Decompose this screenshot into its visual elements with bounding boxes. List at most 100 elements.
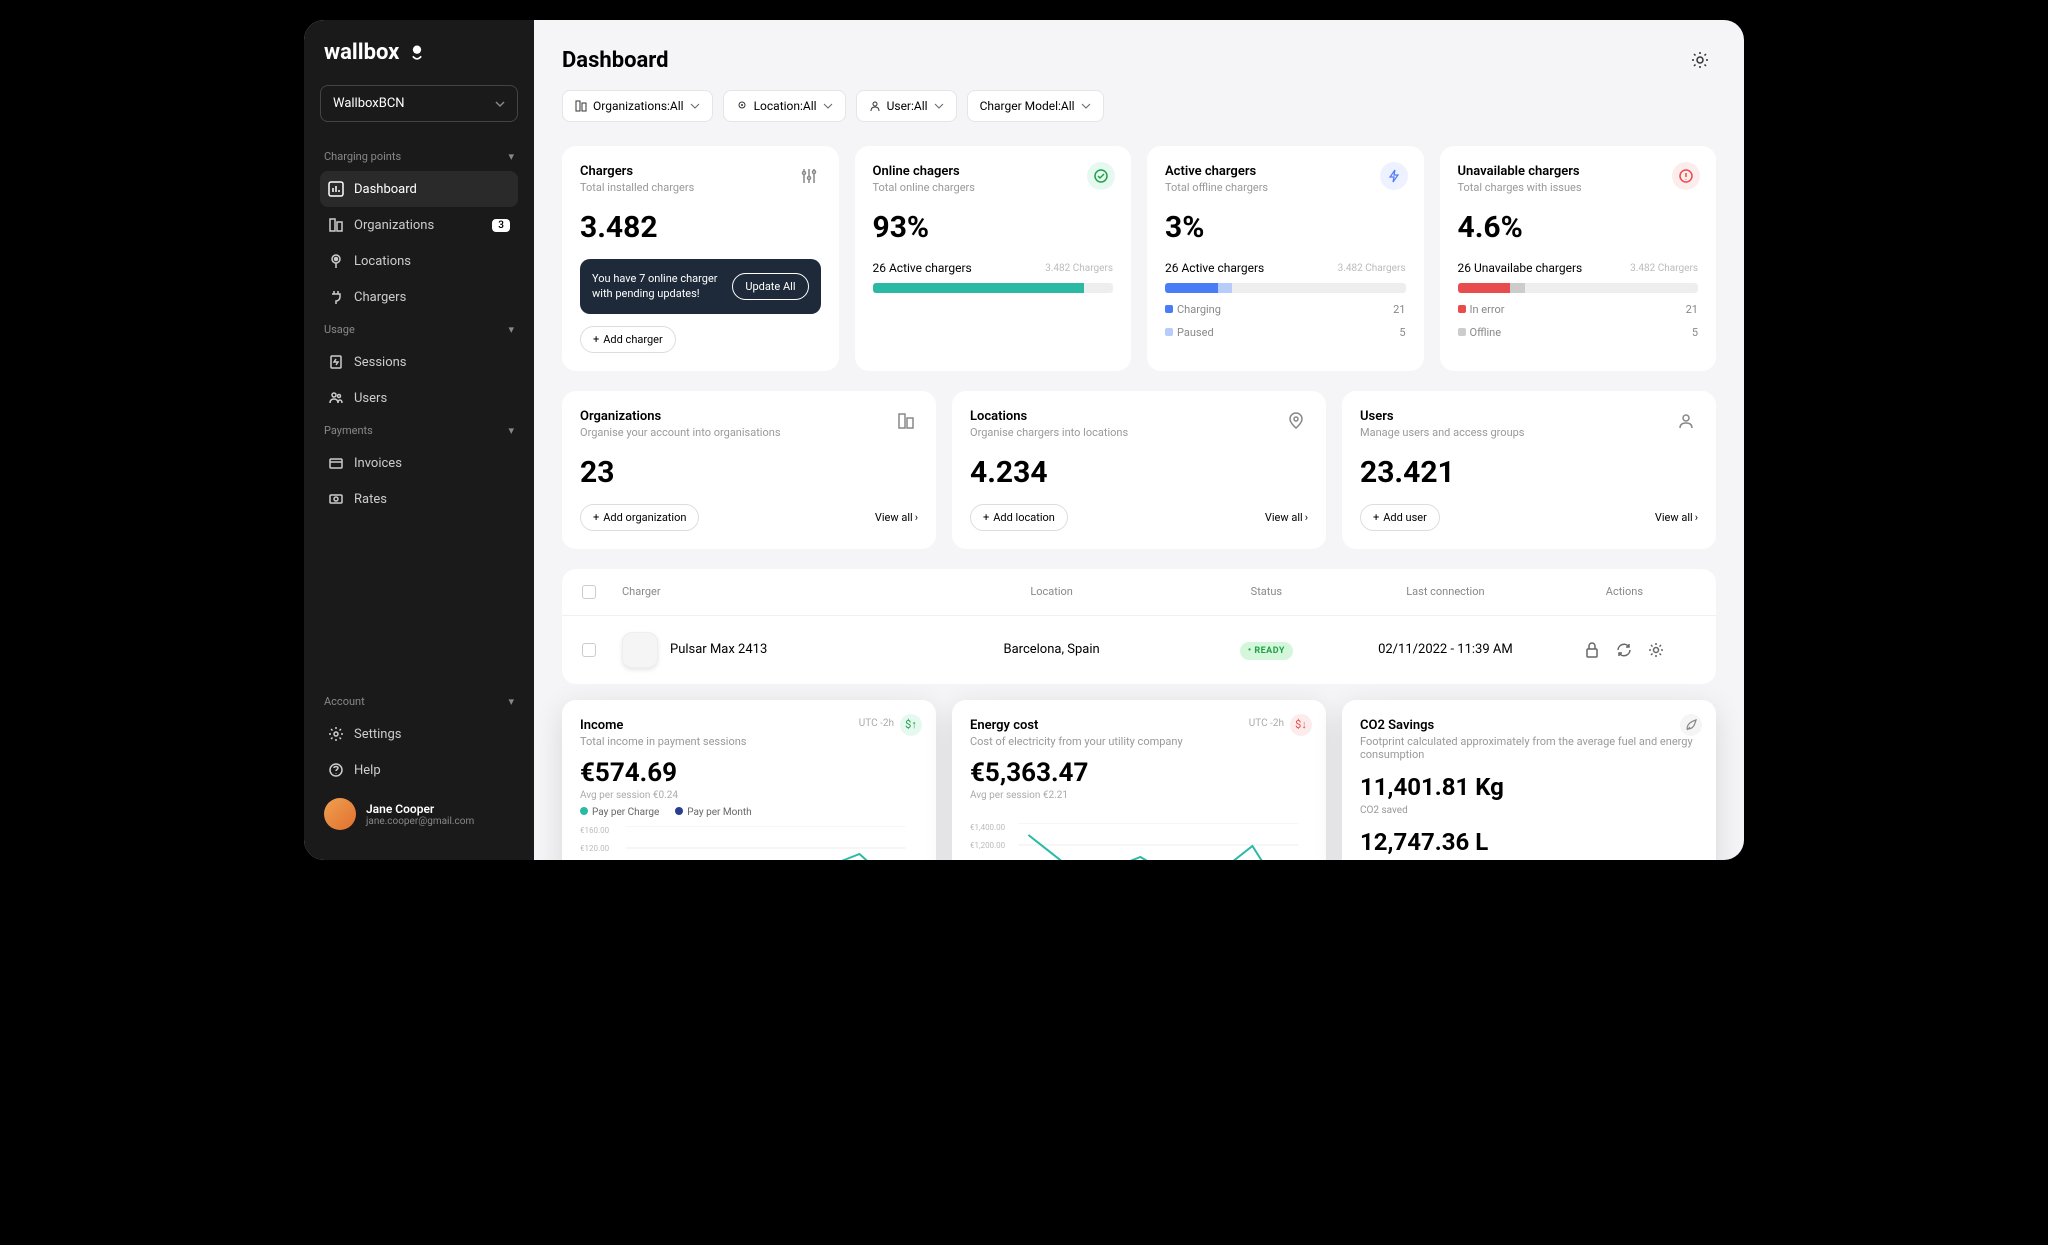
nav-chargers[interactable]: Chargers xyxy=(320,279,518,315)
nav-locations[interactable]: Locations xyxy=(320,243,518,279)
sliders-icon xyxy=(795,162,823,190)
user-icon xyxy=(1672,407,1700,435)
income-avg: Avg per session €0.24 xyxy=(580,790,918,801)
gear-icon xyxy=(328,726,344,742)
page-title: Dashboard xyxy=(562,48,669,73)
legend-charging: Charging21 xyxy=(1165,303,1406,316)
row-checkbox[interactable] xyxy=(582,643,596,657)
view-all-locations[interactable]: View all › xyxy=(1265,511,1308,524)
card-subtitle: Cost of electricity from your utility co… xyxy=(970,735,1308,748)
filter-charger-model[interactable]: Charger Model:All xyxy=(967,90,1104,122)
nav-rates[interactable]: Rates xyxy=(320,481,518,517)
chevron-down-icon xyxy=(1081,101,1091,111)
filter-bar: Organizations:All Location:All User:All … xyxy=(562,90,1716,122)
utc-label: UTC -2h xyxy=(859,718,894,729)
chevron-down-icon xyxy=(495,99,505,109)
filter-user[interactable]: User:All xyxy=(856,90,957,122)
card-title: Users xyxy=(1360,409,1698,424)
card-income: Income Total income in payment sessions … xyxy=(562,700,936,860)
bolt-icon xyxy=(1380,162,1408,190)
add-location-button[interactable]: + Add location xyxy=(970,504,1068,531)
nav-settings[interactable]: Settings xyxy=(320,716,518,752)
card-users: Users Manage users and access groups 23.… xyxy=(1342,391,1716,549)
card-title: Online chagers xyxy=(873,164,1114,179)
card-locations: Locations Organise chargers into locatio… xyxy=(952,391,1326,549)
add-organization-button[interactable]: + Add organization xyxy=(580,504,699,531)
main-content: Dashboard Organizations:All Location:All… xyxy=(534,20,1744,860)
card-title: Unavailable chargers xyxy=(1458,164,1699,179)
card-title: Active chargers xyxy=(1165,164,1406,179)
lock-icon[interactable] xyxy=(1583,641,1601,659)
view-all-organizations[interactable]: View all › xyxy=(875,511,918,524)
chargers-table: Charger Location Status Last connection … xyxy=(562,569,1716,684)
location-icon xyxy=(736,100,748,112)
nav-organizations[interactable]: Organizations3 xyxy=(320,207,518,243)
fuel-replaced-value: 12,747.36 L xyxy=(1360,828,1698,856)
update-all-button[interactable]: Update All xyxy=(732,273,808,300)
org-icon xyxy=(892,407,920,435)
last-connection: 02/11/2022 - 11:39 AM xyxy=(1338,642,1553,657)
users-icon xyxy=(328,390,344,406)
progress-bar xyxy=(873,283,1114,293)
legend-offline: Offline5 xyxy=(1458,326,1699,339)
col-location: Location xyxy=(908,585,1194,599)
filter-location[interactable]: Location:All xyxy=(723,90,846,122)
org-badge: 3 xyxy=(492,219,510,232)
logo-icon xyxy=(407,43,427,63)
nav-users[interactable]: Users xyxy=(320,380,518,416)
gear-icon xyxy=(1690,50,1710,70)
card-co2-savings: CO2 Savings Footprint calculated approxi… xyxy=(1342,700,1716,860)
col-last-connection: Last connection xyxy=(1338,585,1553,599)
card-subtitle: Manage users and access groups xyxy=(1360,426,1698,439)
invoice-icon xyxy=(328,455,344,471)
chevron-down-icon xyxy=(823,101,833,111)
leaf-icon xyxy=(1680,714,1702,736)
card-subtitle: Total income in payment sessions xyxy=(580,735,918,748)
card-subtitle: Total charges with issues xyxy=(1458,181,1699,194)
user-profile[interactable]: Jane Cooper jane.cooper@gmail.com xyxy=(320,788,518,840)
card-subtitle: Footprint calculated approximately from … xyxy=(1360,735,1698,761)
section-charging-points: Charging points▾ xyxy=(320,142,518,171)
view-all-users[interactable]: View all › xyxy=(1655,511,1698,524)
total-label: 3.482 Chargers xyxy=(1630,263,1698,274)
page-settings-button[interactable] xyxy=(1684,44,1716,76)
chevron-down-icon xyxy=(690,101,700,111)
location-icon xyxy=(1282,407,1310,435)
alert-icon xyxy=(1672,162,1700,190)
legend-paused: Paused5 xyxy=(1165,326,1406,339)
card-organizations: Organizations Organise your account into… xyxy=(562,391,936,549)
section-account: Account▾ xyxy=(320,687,518,716)
card-subtitle: Total offline chargers xyxy=(1165,181,1406,194)
user-icon xyxy=(869,100,881,112)
gear-icon[interactable] xyxy=(1647,641,1665,659)
active-label: 26 Active chargers xyxy=(873,261,972,275)
card-title: Organizations xyxy=(580,409,918,424)
add-user-button[interactable]: + Add user xyxy=(1360,504,1440,531)
table-row[interactable]: Pulsar Max 2413 Barcelona, Spain • READY… xyxy=(562,616,1716,684)
co2-saved-label: CO2 saved xyxy=(1360,805,1698,816)
stat-value: 23 xyxy=(580,455,918,490)
refresh-icon[interactable] xyxy=(1615,641,1633,659)
stat-value: 4.6% xyxy=(1458,210,1699,245)
nav-invoices[interactable]: Invoices xyxy=(320,445,518,481)
sidebar: wallbox WallboxBCN Charging points▾ Dash… xyxy=(304,20,534,860)
stat-value: 93% xyxy=(873,210,1114,245)
card-title: Chargers xyxy=(580,164,821,179)
user-email: jane.cooper@gmail.com xyxy=(366,816,474,827)
income-value: €574.69 xyxy=(580,758,918,788)
select-all-checkbox[interactable] xyxy=(582,585,596,599)
nav-sessions[interactable]: Sessions xyxy=(320,344,518,380)
org-selector[interactable]: WallboxBCN xyxy=(320,85,518,122)
add-charger-button[interactable]: + Add charger xyxy=(580,326,676,353)
nav-dashboard[interactable]: Dashboard xyxy=(320,171,518,207)
card-title: CO2 Savings xyxy=(1360,718,1698,733)
nav-help[interactable]: Help xyxy=(320,752,518,788)
total-label: 3.482 Chargers xyxy=(1338,263,1406,274)
section-payments: Payments▾ xyxy=(320,416,518,445)
card-active-chargers: Active chargers Total offline chargers 3… xyxy=(1147,146,1424,371)
charger-name: Pulsar Max 2413 xyxy=(670,642,767,657)
org-icon xyxy=(328,217,344,233)
chevron-down-icon xyxy=(934,101,944,111)
filter-organizations[interactable]: Organizations:All xyxy=(562,90,713,122)
stat-value: 23.421 xyxy=(1360,455,1698,490)
